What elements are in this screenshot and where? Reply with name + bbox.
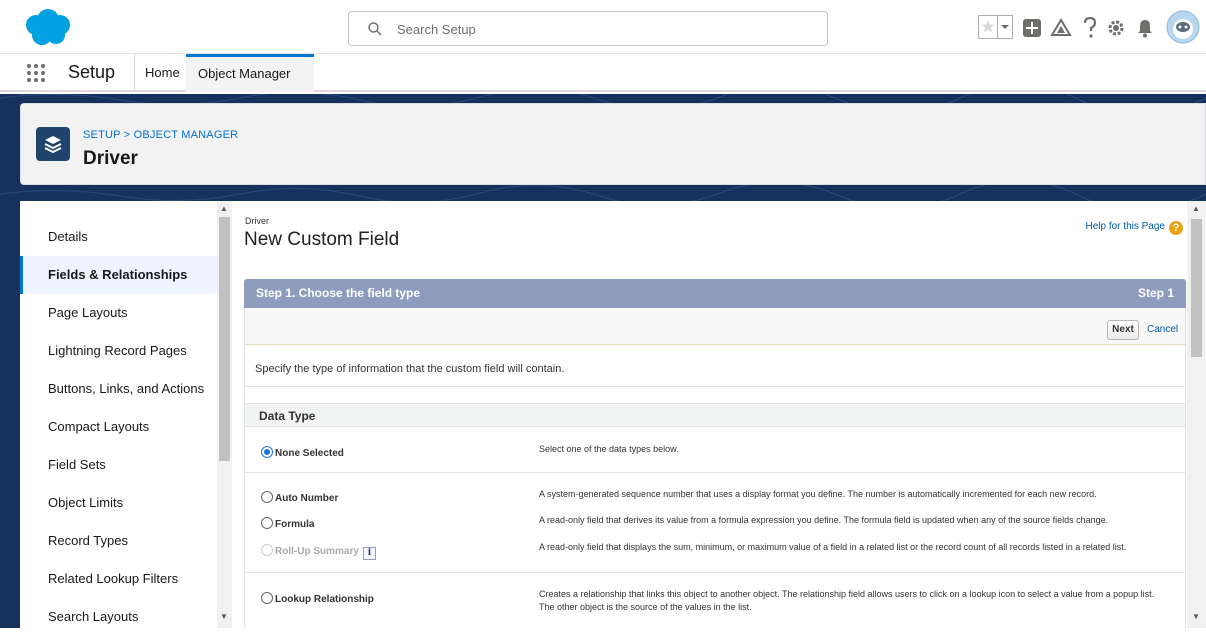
cancel-link[interactable]: Cancel: [1147, 324, 1178, 335]
main-content: Driver New Custom Field Help for this Pa…: [232, 201, 1206, 628]
option-label: None Selected: [275, 448, 344, 459]
sidebar-item-label: Compact Layouts: [48, 419, 150, 434]
sidebar-scroll-thumb[interactable]: [219, 217, 230, 461]
sidebar-item-label: Page Layouts: [48, 305, 128, 320]
step-label: Step 1: [1137, 286, 1174, 300]
sidebar-item-label: Fields & Relationships: [48, 267, 188, 282]
app-launcher-icon[interactable]: [26, 63, 46, 83]
step-title: Step 1. Choose the field type: [256, 286, 421, 300]
sidebar-item-page-layouts[interactable]: Page Layouts: [20, 294, 218, 332]
radio-lookup-relationship[interactable]: [261, 592, 273, 604]
option-description: A system-generated sequence number that …: [539, 489, 1097, 499]
option-description: A read-only field that derives its value…: [539, 515, 1109, 525]
question-icon[interactable]: [1082, 17, 1098, 39]
button-row: Next Cancel: [245, 308, 1185, 345]
salesforce-cloud-logo[interactable]: [22, 8, 74, 48]
object-manager-sidebar: Details Fields & Relationships Page Layo…: [20, 201, 232, 628]
sidebar-item-label: Lightning Record Pages: [48, 343, 187, 358]
search-icon: [368, 22, 382, 36]
bell-icon[interactable]: [1136, 18, 1154, 38]
main-scroll-thumb[interactable]: [1191, 219, 1202, 357]
app-title: Setup: [68, 62, 116, 82]
sidebar-item-label: Search Layouts: [48, 609, 139, 624]
scroll-up-arrow-icon[interactable]: ▲: [220, 204, 228, 213]
option-none-selected[interactable]: None Selected: [261, 446, 344, 462]
sidebar-item-details[interactable]: Details: [20, 218, 218, 256]
sidebar-item-buttons-links-actions[interactable]: Buttons, Links, and Actions: [20, 370, 218, 408]
page-object-crumb: Driver: [245, 216, 269, 226]
tab-home-label: Home: [145, 65, 180, 80]
radio-roll-up-summary: [261, 544, 273, 556]
data-type-header-label: Data Type: [259, 409, 316, 423]
next-button[interactable]: Next: [1107, 320, 1139, 340]
option-description: Creates a relationship that links this o…: [539, 589, 1155, 612]
help-question-icon[interactable]: ?: [1169, 221, 1183, 235]
sidebar-item-lightning-record-pages[interactable]: Lightning Record Pages: [20, 332, 218, 370]
search-placeholder: Search Setup: [397, 22, 476, 37]
sidebar-scrollbar[interactable]: ▲ ▼: [217, 201, 232, 628]
help-link[interactable]: Help for this Page?: [1085, 221, 1183, 235]
search-box[interactable]: Search Setup: [348, 11, 828, 46]
radio-auto-number[interactable]: [261, 491, 273, 503]
main-scrollbar[interactable]: ▲ ▼: [1187, 201, 1206, 628]
global-header: Search Setup: [0, 0, 1206, 54]
tab-object-manager-label: Object Manager: [198, 66, 291, 81]
sidebar-item-label: Object Limits: [48, 495, 124, 510]
app-nav-bar: Setup Home Object Manager: [0, 54, 1206, 111]
info-icon[interactable]: i: [362, 547, 376, 560]
page-title: New Custom Field: [244, 229, 400, 250]
radio-formula[interactable]: [261, 517, 273, 529]
sidebar-item-fields-relationships[interactable]: Fields & Relationships: [20, 256, 218, 294]
instructions-text: Specify the type of information that the…: [255, 363, 565, 375]
breadcrumb[interactable]: SETUP > OBJECT MANAGER: [83, 129, 238, 141]
plus-icon[interactable]: [1022, 18, 1042, 38]
trailhead-icon[interactable]: [1050, 18, 1072, 38]
scroll-down-arrow-icon[interactable]: ▼: [220, 612, 228, 621]
step-header: Step 1. Choose the field type Step 1: [244, 279, 1186, 308]
option-label: Formula: [275, 519, 315, 530]
option-lookup-relationship[interactable]: Lookup Relationship: [261, 592, 374, 608]
gear-icon[interactable]: [1106, 18, 1126, 38]
divider: [245, 572, 1185, 573]
layers-icon: [36, 127, 70, 161]
scroll-up-arrow-icon[interactable]: ▲: [1192, 204, 1200, 213]
option-description: A read-only field that displays the sum,…: [539, 542, 1127, 552]
option-label: Lookup Relationship: [275, 594, 374, 605]
tab-home[interactable]: Home: [134, 54, 190, 92]
divider: [245, 386, 1185, 387]
option-formula[interactable]: Formula: [261, 517, 314, 533]
sidebar-item-record-types[interactable]: Record Types: [20, 522, 218, 560]
help-link-label: Help for this Page: [1085, 221, 1166, 232]
favorites-star-icon[interactable]: [978, 15, 1014, 39]
sidebar-item-object-limits[interactable]: Object Limits: [20, 484, 218, 522]
option-description: Select one of the data types below.: [539, 444, 679, 454]
sidebar-item-label: Field Sets: [48, 457, 106, 472]
sidebar-item-search-layouts[interactable]: Search Layouts: [20, 598, 218, 636]
divider: [245, 472, 1185, 473]
sidebar-item-label: Buttons, Links, and Actions: [48, 381, 205, 396]
sidebar-item-label: Record Types: [48, 533, 128, 548]
sidebar-item-label: Related Lookup Filters: [48, 571, 179, 586]
tab-object-manager[interactable]: Object Manager: [186, 54, 314, 111]
data-type-header: Data Type: [245, 403, 1185, 427]
option-auto-number[interactable]: Auto Number: [261, 491, 338, 507]
sidebar-item-compact-layouts[interactable]: Compact Layouts: [20, 408, 218, 446]
sidebar-item-field-sets[interactable]: Field Sets: [20, 446, 218, 484]
object-header: SETUP > OBJECT MANAGER Driver: [20, 103, 1206, 185]
radio-none-selected[interactable]: [261, 446, 273, 458]
option-label: Roll-Up Summary: [275, 546, 359, 557]
scroll-down-arrow-icon[interactable]: ▼: [1192, 612, 1200, 621]
sidebar-item-related-lookup-filters[interactable]: Related Lookup Filters: [20, 560, 218, 598]
option-label: Auto Number: [275, 493, 339, 504]
step-panel: Next Cancel Specify the type of informat…: [244, 308, 1186, 628]
option-roll-up-summary: Roll-Up Summary i: [261, 544, 376, 560]
object-name-title: Driver: [83, 148, 138, 169]
sidebar-item-label: Details: [48, 229, 88, 244]
astro-avatar[interactable]: [1166, 10, 1200, 44]
